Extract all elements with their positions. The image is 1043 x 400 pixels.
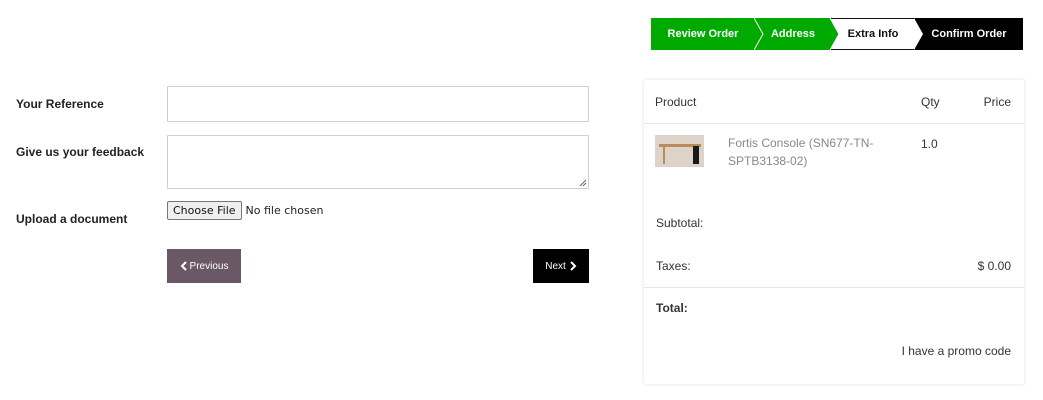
resize-grip-icon[interactable] xyxy=(579,179,587,187)
console-table-image xyxy=(655,135,704,167)
previous-button[interactable]: Previous xyxy=(167,249,241,283)
step-address[interactable]: Address xyxy=(755,18,840,50)
step-label: Review Order xyxy=(667,28,739,40)
step-review-order[interactable]: Review Order xyxy=(651,18,764,50)
reference-label: Your Reference xyxy=(16,97,104,111)
chevron-right-icon xyxy=(754,18,764,50)
step-extra-info[interactable]: Extra Info xyxy=(831,18,923,50)
step-label: Confirm Order xyxy=(931,28,1007,40)
column-header-product: Product xyxy=(655,95,697,109)
subtotal-label: Subtotal: xyxy=(656,216,704,230)
product-thumbnail[interactable] xyxy=(655,135,704,167)
taxes-label: Taxes: xyxy=(656,259,691,273)
upload-label: Upload a document xyxy=(16,212,128,226)
checkout-progress: Review Order Address Extra Info Confirm … xyxy=(651,18,1023,50)
taxes-value: $ 0.00 xyxy=(977,259,1011,273)
step-label: Address xyxy=(770,28,816,40)
step-confirm-order[interactable]: Confirm Order xyxy=(915,18,1023,50)
previous-label: Previous xyxy=(189,260,229,272)
chevron-right-icon xyxy=(830,18,840,50)
next-button[interactable]: Next xyxy=(533,249,589,283)
next-label: Next xyxy=(545,260,566,272)
product-qty: 1.0 xyxy=(921,137,938,151)
divider xyxy=(644,287,1024,288)
file-upload: Choose File No file chosen xyxy=(167,201,323,220)
chevron-right-icon xyxy=(570,261,577,271)
chevron-right-icon xyxy=(914,18,923,50)
choose-file-button[interactable]: Choose File xyxy=(167,201,242,220)
reference-input[interactable] xyxy=(167,86,589,122)
column-header-price: Price xyxy=(983,95,1011,109)
file-status: No file chosen xyxy=(245,204,324,217)
product-name[interactable]: Fortis Console (SN677-TN-SPTB3138-02) xyxy=(728,134,893,170)
order-summary: Product Qty Price Fortis Console (SN677-… xyxy=(644,80,1024,384)
column-header-qty: Qty xyxy=(921,95,940,109)
divider xyxy=(644,123,1024,124)
promo-code-link[interactable]: I have a promo code xyxy=(902,344,1011,358)
chevron-left-icon xyxy=(180,261,187,271)
total-label: Total: xyxy=(656,301,688,315)
feedback-label: Give us your feedback xyxy=(16,145,145,159)
feedback-textarea[interactable] xyxy=(167,135,589,189)
step-label: Extra Info xyxy=(847,28,899,40)
